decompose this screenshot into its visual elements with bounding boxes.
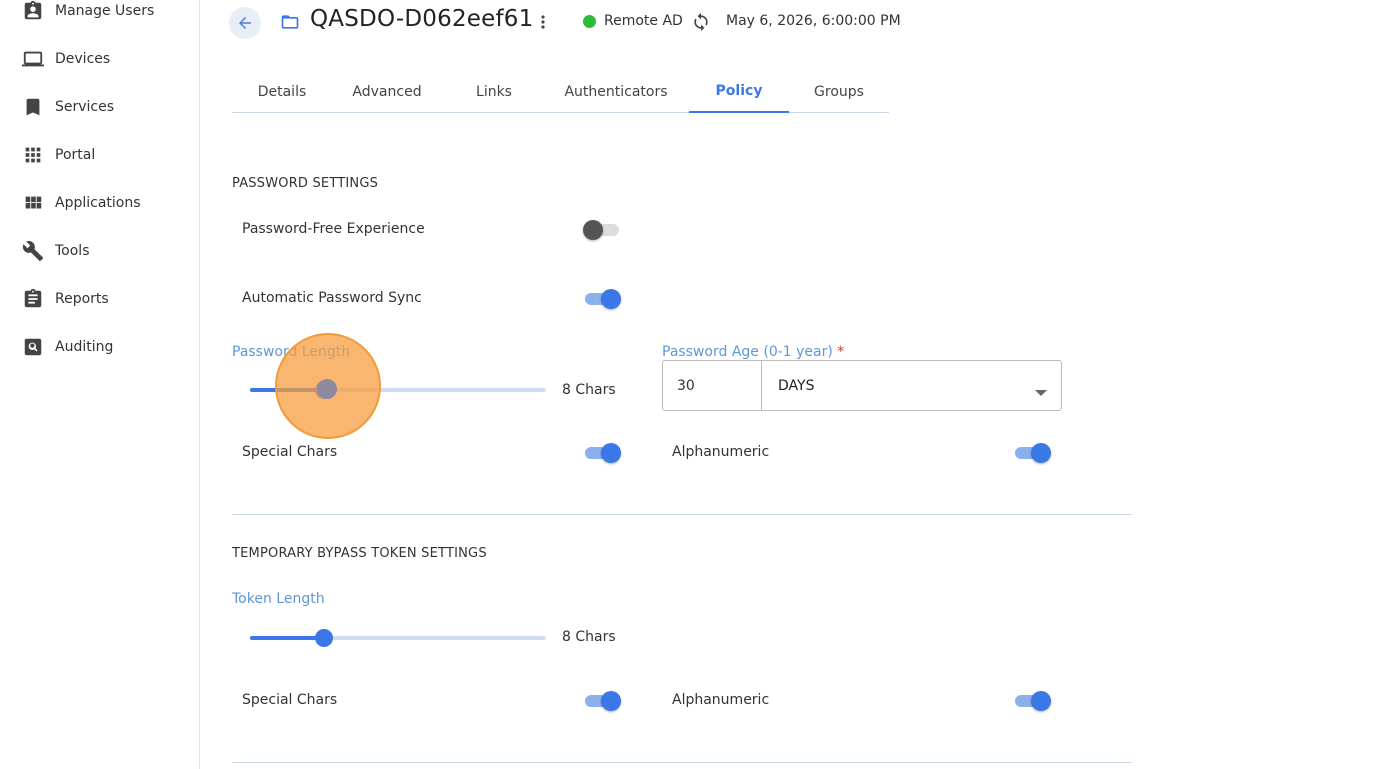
last-sync-timestamp: May 6, 2026, 6:00:00 PM [726, 13, 901, 29]
sidebar-item-label: Manage Users [55, 3, 155, 19]
grid-icon [22, 144, 44, 166]
password-age-input[interactable] [662, 360, 762, 411]
status-indicator [583, 15, 596, 28]
sidebar-item-auditing[interactable]: Auditing [0, 327, 199, 367]
password-free-toggle[interactable] [583, 218, 621, 242]
password-age-unit-select[interactable]: DAYS [761, 360, 1062, 411]
kebab-menu-icon [541, 15, 545, 29]
sidebar-item-devices[interactable]: Devices [0, 39, 199, 79]
folder-icon [280, 12, 300, 32]
password-age-label: Password Age (0-1 year) * [662, 344, 844, 360]
sidebar-item-label: Applications [55, 195, 141, 211]
sidebar: Manage Users Devices Services Portal App… [0, 0, 200, 769]
toggle-thumb [1031, 443, 1051, 463]
token-settings-title: TEMPORARY BYPASS TOKEN SETTINGS [232, 546, 487, 561]
laptop-icon [22, 48, 44, 70]
token-length-slider[interactable] [250, 626, 546, 650]
tab-bar: Details Advanced Links Authenticators Po… [232, 70, 889, 113]
page-title: QASDO-D062eef61 [310, 6, 534, 32]
toggle-thumb [1031, 691, 1051, 711]
more-options-button[interactable] [533, 11, 553, 33]
tab-groups[interactable]: Groups [799, 70, 879, 113]
token-length-label: Token Length [232, 591, 325, 607]
sidebar-item-label: Services [55, 99, 115, 115]
password-special-chars-toggle[interactable] [583, 441, 621, 465]
section-divider [232, 762, 1132, 763]
section-divider [232, 514, 1132, 515]
token-special-chars-toggle[interactable] [583, 689, 621, 713]
bookmark-icon [22, 96, 44, 118]
sidebar-item-label: Reports [55, 291, 109, 307]
tab-advanced[interactable]: Advanced [342, 70, 432, 113]
required-asterisk: * [837, 344, 845, 360]
token-alphanumeric-toggle[interactable] [1013, 689, 1051, 713]
tab-authenticators[interactable]: Authenticators [557, 70, 675, 113]
token-alphanumeric-label: Alphanumeric [672, 692, 770, 708]
toggle-thumb [601, 691, 621, 711]
user-badge-icon [22, 0, 44, 22]
tab-details[interactable]: Details [232, 70, 332, 113]
sidebar-item-applications[interactable]: Applications [0, 183, 199, 223]
sidebar-item-tools[interactable]: Tools [0, 231, 199, 271]
sidebar-item-reports[interactable]: Reports [0, 279, 199, 319]
sidebar-item-label: Tools [55, 243, 90, 259]
password-length-value: 8 Chars [562, 382, 616, 398]
arrow-left-icon [239, 17, 251, 29]
wrench-icon [22, 240, 44, 262]
token-length-value: 8 Chars [562, 629, 616, 645]
sidebar-item-services[interactable]: Services [0, 87, 199, 127]
password-alphanumeric-toggle[interactable] [1013, 441, 1051, 465]
auto-sync-toggle[interactable] [583, 287, 621, 311]
sidebar-item-label: Devices [55, 51, 111, 67]
slider-fill [250, 636, 324, 640]
tab-policy[interactable]: Policy [689, 70, 789, 113]
slider-knob[interactable] [315, 629, 333, 647]
sidebar-item-portal[interactable]: Portal [0, 135, 199, 175]
apps-icon [22, 192, 44, 214]
tab-links[interactable]: Links [454, 70, 534, 113]
slider-knob[interactable] [315, 381, 333, 399]
auto-sync-label: Automatic Password Sync [242, 290, 422, 306]
clipboard-icon [22, 288, 44, 310]
alphanumeric-label: Alphanumeric [672, 444, 770, 460]
password-free-label: Password-Free Experience [242, 221, 425, 237]
sidebar-item-label: Auditing [55, 339, 114, 355]
password-length-slider[interactable] [250, 378, 546, 402]
caret-down-icon [1035, 382, 1047, 396]
sidebar-item-manage-users[interactable]: Manage Users [0, 0, 199, 31]
sidebar-item-label: Portal [55, 147, 96, 163]
back-button[interactable] [229, 7, 261, 39]
status-text: Remote AD [604, 13, 683, 29]
password-age-label-text: Password Age (0-1 year) [662, 344, 833, 360]
password-length-label: Password Length [232, 344, 351, 360]
password-settings-title: PASSWORD SETTINGS [232, 176, 379, 191]
slider-fill [250, 388, 324, 392]
sync-button[interactable] [691, 12, 711, 32]
sync-icon [694, 12, 708, 32]
token-special-chars-label: Special Chars [242, 692, 338, 708]
special-chars-label: Special Chars [242, 444, 338, 460]
toggle-thumb [601, 443, 621, 463]
select-value: DAYS [778, 378, 815, 394]
toggle-thumb [583, 220, 603, 240]
search-box-icon [22, 336, 44, 358]
toggle-thumb [601, 289, 621, 309]
